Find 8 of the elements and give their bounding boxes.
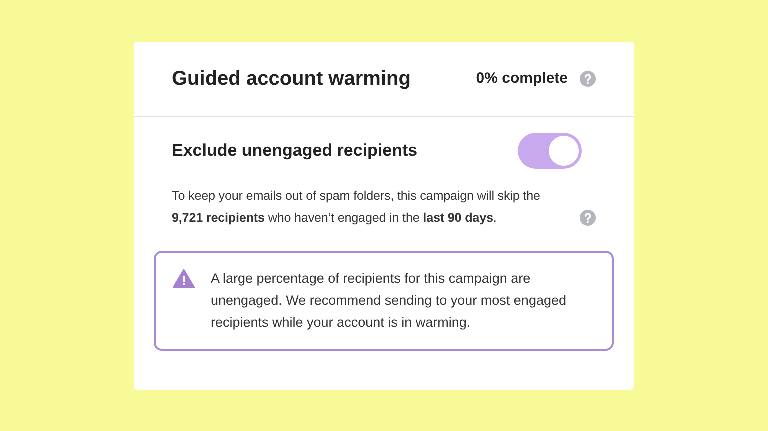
progress-text: 0% complete bbox=[476, 68, 568, 89]
setting-description: To keep your emails out of spam folders, this campaign will skip the 9,721 recipients who haven’t engaged in the last 90 days. bbox=[172, 188, 542, 227]
help-icon[interactable] bbox=[580, 210, 596, 226]
setting-label: Exclude unengaged recipients bbox=[172, 140, 418, 162]
card-title: Guided account warming bbox=[172, 67, 411, 92]
warning-message: A large percentage of recipients for this campaign are unengaged. We recommend sending to your most engaged recipients while your account is in warming. bbox=[211, 270, 568, 332]
help-icon[interactable] bbox=[580, 71, 596, 87]
toggle-switch[interactable] bbox=[518, 133, 582, 169]
